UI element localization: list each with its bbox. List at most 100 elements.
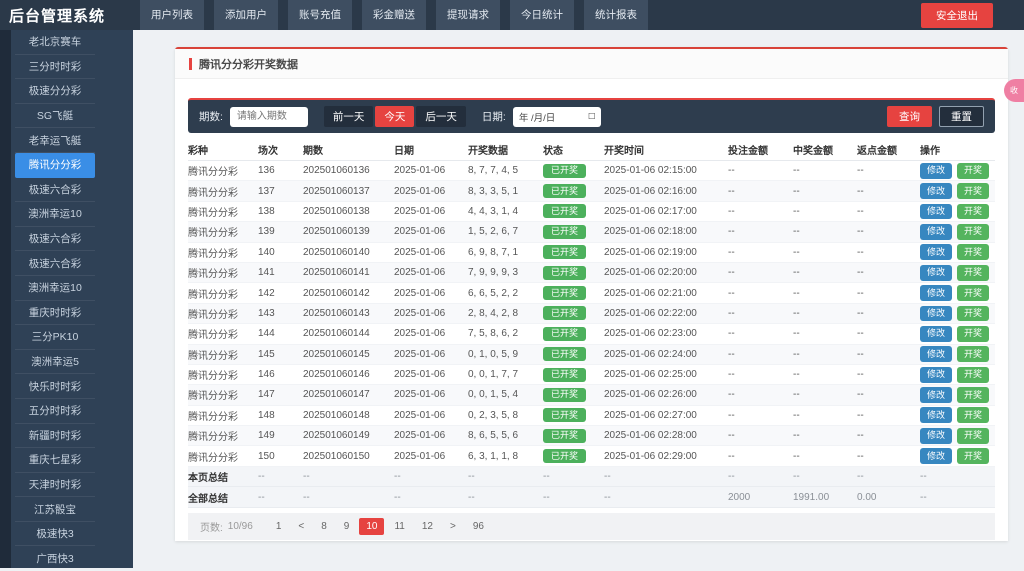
- edit-button[interactable]: 修改: [920, 204, 952, 220]
- column-header-开奖数据: 开奖数据: [468, 142, 543, 157]
- edit-button[interactable]: 修改: [920, 448, 952, 464]
- edit-button[interactable]: 修改: [920, 367, 952, 383]
- draw-button[interactable]: 开奖: [957, 224, 989, 240]
- sidebar-item-广西快3[interactable]: 广西快3: [15, 546, 95, 571]
- edit-button[interactable]: 修改: [920, 306, 952, 322]
- draw-button[interactable]: 开奖: [957, 346, 989, 362]
- sidebar-item-极速六合彩[interactable]: 极速六合彩: [15, 251, 95, 276]
- reset-button[interactable]: 重置: [939, 106, 984, 127]
- edit-button[interactable]: 修改: [920, 163, 952, 179]
- cell-rebate-amount: --: [857, 389, 920, 400]
- sidebar-item-老北京赛车[interactable]: 老北京赛车: [15, 30, 95, 55]
- sidebar-item-天津时时彩[interactable]: 天津时时彩: [15, 473, 95, 498]
- draw-button[interactable]: 开奖: [957, 204, 989, 220]
- sidebar-item-澳洲幸运10[interactable]: 澳洲幸运10: [15, 202, 95, 227]
- edit-button[interactable]: 修改: [920, 224, 952, 240]
- nav-item-统计报表[interactable]: 统计报表: [584, 0, 648, 30]
- period-label: 期数:: [199, 109, 223, 124]
- draw-button[interactable]: 开奖: [957, 326, 989, 342]
- edit-button[interactable]: 修改: [920, 183, 952, 199]
- nav-item-今日统计[interactable]: 今日统计: [510, 0, 574, 30]
- cell-win-amount: --: [793, 206, 857, 217]
- draw-button[interactable]: 开奖: [957, 407, 989, 423]
- page-button->[interactable]: >: [443, 518, 463, 535]
- next-day-button[interactable]: 后一天: [416, 106, 466, 127]
- cell-win-amount: --: [793, 349, 857, 360]
- column-header-开奖时间: 开奖时间: [604, 142, 728, 157]
- edit-button[interactable]: 修改: [920, 244, 952, 260]
- sidebar-item-极速快3[interactable]: 极速快3: [15, 522, 95, 547]
- summary-cell: --: [468, 471, 543, 482]
- column-header-中奖金额: 中奖金额: [793, 142, 857, 157]
- edit-button[interactable]: 修改: [920, 387, 952, 403]
- draw-button[interactable]: 开奖: [957, 265, 989, 281]
- cell-bet-amount: --: [728, 247, 793, 258]
- edit-button[interactable]: 修改: [920, 428, 952, 444]
- page-button-96[interactable]: 96: [466, 518, 491, 535]
- search-button[interactable]: 查询: [887, 106, 932, 127]
- floating-side-tab[interactable]: 收: [1004, 79, 1024, 102]
- results-table: 彩种场次期数日期开奖数据状态开奖时间投注金额中奖金额返点金额操作腾讯分分彩136…: [188, 139, 995, 508]
- sidebar-item-SG飞艇[interactable]: SG飞艇: [15, 104, 95, 129]
- cell-period: 202501060150: [303, 451, 394, 462]
- sidebar-item-三分时时彩[interactable]: 三分时时彩: [15, 55, 95, 80]
- cell-date: 2025-01-06: [394, 226, 468, 237]
- draw-button[interactable]: 开奖: [957, 387, 989, 403]
- nav-item-用户列表[interactable]: 用户列表: [140, 0, 204, 30]
- edit-button[interactable]: 修改: [920, 407, 952, 423]
- logout-button[interactable]: 安全退出: [921, 3, 993, 28]
- today-button[interactable]: 今天: [375, 106, 414, 127]
- cell-bet-amount: --: [728, 369, 793, 380]
- column-header-投注金额: 投注金额: [728, 142, 793, 157]
- sidebar-item-澳洲幸运10[interactable]: 澳洲幸运10: [15, 276, 95, 301]
- draw-button[interactable]: 开奖: [957, 306, 989, 322]
- page-button-9[interactable]: 9: [337, 518, 357, 535]
- edit-button[interactable]: 修改: [920, 285, 952, 301]
- sidebar-item-五分时时彩[interactable]: 五分时时彩: [15, 399, 95, 424]
- edit-button[interactable]: 修改: [920, 346, 952, 362]
- edit-button[interactable]: 修改: [920, 265, 952, 281]
- draw-button[interactable]: 开奖: [957, 163, 989, 179]
- cell-draw-time: 2025-01-06 02:16:00: [604, 186, 728, 197]
- sidebar-item-重庆七星彩[interactable]: 重庆七星彩: [15, 448, 95, 473]
- sidebar-item-快乐时时彩[interactable]: 快乐时时彩: [15, 374, 95, 399]
- panel-header: 腾讯分分彩开奖数据: [175, 49, 1008, 79]
- nav-item-账号充值[interactable]: 账号充值: [288, 0, 352, 30]
- sidebar-item-极速六合彩[interactable]: 极速六合彩: [15, 178, 95, 203]
- nav-item-彩金赠送[interactable]: 彩金赠送: [362, 0, 426, 30]
- draw-button[interactable]: 开奖: [957, 285, 989, 301]
- date-picker-input[interactable]: 年 /月/日 □: [513, 107, 601, 127]
- sidebar-item-腾讯分分彩[interactable]: 腾讯分分彩: [15, 153, 95, 178]
- draw-button[interactable]: 开奖: [957, 428, 989, 444]
- sidebar-item-新疆时时彩[interactable]: 新疆时时彩: [15, 424, 95, 449]
- page-button-10[interactable]: 10: [359, 518, 384, 535]
- cell-session: 144: [258, 328, 303, 339]
- draw-button[interactable]: 开奖: [957, 448, 989, 464]
- nav-item-添加用户[interactable]: 添加用户: [214, 0, 278, 30]
- draw-button[interactable]: 开奖: [957, 367, 989, 383]
- sidebar-item-江苏骰宝[interactable]: 江苏骰宝: [15, 497, 95, 522]
- sidebar-item-澳洲幸运5[interactable]: 澳洲幸运5: [15, 350, 95, 375]
- summary-cell: --: [920, 471, 995, 482]
- page-button-8[interactable]: 8: [314, 518, 334, 535]
- sidebar-item-极速分分彩[interactable]: 极速分分彩: [15, 79, 95, 104]
- sidebar-item-三分PK10[interactable]: 三分PK10: [15, 325, 95, 350]
- sidebar-item-老幸运飞艇[interactable]: 老幸运飞艇: [15, 128, 95, 153]
- page-button-12[interactable]: 12: [415, 518, 440, 535]
- cell-bet-amount: --: [728, 186, 793, 197]
- draw-button[interactable]: 开奖: [957, 183, 989, 199]
- nav-item-提现请求[interactable]: 提现请求: [436, 0, 500, 30]
- prev-day-button[interactable]: 前一天: [324, 106, 374, 127]
- cell-rebate-amount: --: [857, 369, 920, 380]
- cell-bet-amount: --: [728, 267, 793, 278]
- sidebar-item-极速六合彩[interactable]: 极速六合彩: [15, 227, 95, 252]
- cell-lottery: 腾讯分分彩: [188, 286, 258, 301]
- page-button-1[interactable]: 1: [269, 518, 289, 535]
- page-button-<[interactable]: <: [291, 518, 311, 535]
- edit-button[interactable]: 修改: [920, 326, 952, 342]
- page-button-11[interactable]: 11: [387, 518, 411, 535]
- sidebar-item-重庆时时彩[interactable]: 重庆时时彩: [15, 301, 95, 326]
- draw-button[interactable]: 开奖: [957, 244, 989, 260]
- cell-lottery: 腾讯分分彩: [188, 245, 258, 260]
- period-input[interactable]: [230, 107, 308, 127]
